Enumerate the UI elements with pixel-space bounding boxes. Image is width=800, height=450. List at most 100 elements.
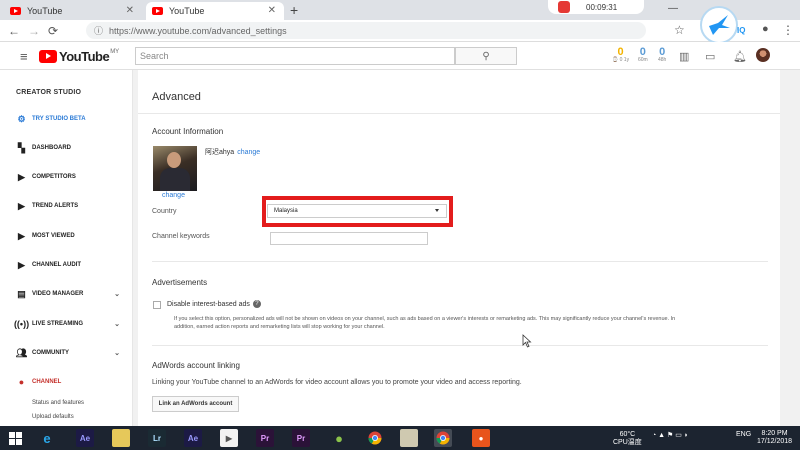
- search-button[interactable]: ⚲: [455, 47, 517, 65]
- after-effects-icon[interactable]: Ae: [184, 429, 202, 447]
- analytics-bar-icon[interactable]: ▥: [679, 50, 689, 63]
- live-icon: ((•)): [13, 319, 30, 329]
- premiere-pro-icon[interactable]: Pr: [292, 429, 310, 447]
- sidebar-subitem-status[interactable]: Status and features: [32, 400, 84, 406]
- sidebar-item-trend-alerts[interactable]: ▶ TREND ALERTS: [16, 199, 128, 213]
- search-icon: ⚲: [482, 50, 490, 62]
- record-stop-icon[interactable]: [558, 1, 570, 13]
- change-image-link[interactable]: change: [162, 192, 185, 199]
- stat-value: 0: [659, 46, 666, 58]
- after-effects-icon[interactable]: Ae: [76, 429, 94, 447]
- close-tab-icon[interactable]: ✕: [126, 5, 134, 16]
- section-heading-advertisements: Advertisements: [152, 278, 208, 287]
- media-player-icon[interactable]: ▶: [220, 429, 238, 447]
- browser-menu-icon[interactable]: ⋮: [782, 23, 794, 37]
- sidebar-item-channel-audit[interactable]: ▶ CHANNEL AUDIT: [16, 258, 128, 272]
- sidebar-item-label: DASHBOARD: [32, 145, 71, 151]
- disable-interest-ads-checkbox[interactable]: [153, 301, 161, 309]
- minimize-icon[interactable]: —: [668, 3, 678, 14]
- mouse-cursor-icon: [522, 334, 532, 348]
- sidebar-item-channel[interactable]: ● CHANNEL: [16, 375, 128, 389]
- vidiq-icon: ▶: [18, 200, 25, 211]
- browser-tab-bar: YouTube ✕ YouTube ✕ + 00:09:31 —: [0, 0, 800, 20]
- clock-time: 8:20 PM: [761, 430, 788, 437]
- recorder-time: 00:09:31: [586, 2, 618, 12]
- hamburger-menu-icon[interactable]: ≡: [20, 49, 28, 64]
- stat-60m[interactable]: 0 60m: [638, 47, 648, 64]
- chevron-down-icon: ⌄: [114, 321, 120, 328]
- stat-48h[interactable]: 0 48h: [658, 46, 666, 64]
- bookmark-star-icon[interactable]: ☆: [674, 23, 685, 37]
- vidiq-icon: ▶: [18, 230, 25, 241]
- sidebar-item-community[interactable]: 👥︎ COMMUNITY ⌄: [16, 346, 128, 360]
- screen-recorder: 00:09:31: [548, 0, 644, 14]
- bird-extension-icon[interactable]: [700, 6, 738, 44]
- windows-taskbar: e Ae Lr Ae ▶ Pr Pr ● ● 60°C CPU温度 ◔ ▲ ⚑ …: [0, 426, 800, 450]
- dashboard-icon: ▚: [18, 142, 25, 153]
- sidebar-subitem-upload-defaults[interactable]: Upload defaults: [32, 414, 74, 420]
- sidebar-item-label: COMMUNITY: [32, 350, 69, 356]
- cpu-temp-value: 60°C: [619, 431, 636, 438]
- help-icon[interactable]: ?: [252, 300, 261, 308]
- channel-keywords-input[interactable]: [270, 232, 428, 245]
- internet-explorer-icon[interactable]: e: [38, 429, 56, 447]
- creator-studio-sidebar: CREATOR STUDIO ⚙ TRY STUDIO BETA ▚ DASHB…: [0, 70, 133, 426]
- youtube-logo[interactable]: YouTube MY: [39, 49, 119, 64]
- search-input[interactable]: Search: [135, 47, 455, 65]
- sidebar-item-label: MOST VIEWED: [32, 233, 75, 239]
- vidiq-icon: ▶: [18, 171, 25, 182]
- sidebar-item-label: TRY STUDIO BETA: [32, 116, 86, 122]
- site-info-icon[interactable]: ⓘ: [94, 24, 103, 37]
- language-indicator[interactable]: ENG: [736, 431, 751, 438]
- new-tab-button[interactable]: +: [290, 2, 298, 18]
- tray-icons[interactable]: ◔ ▲ ⚑ ▭ ◗: [652, 431, 688, 439]
- browser-tab-active[interactable]: YouTube ✕: [146, 2, 284, 20]
- vidiq-label: IQ: [737, 26, 746, 35]
- stat-label: ⌚ 0 1y: [612, 57, 630, 63]
- sidebar-item-label: COMPETITORS: [32, 174, 76, 180]
- sidebar-item-video-manager[interactable]: ▤ VIDEO MANAGER ⌄: [16, 287, 128, 301]
- channel-image: [153, 146, 197, 191]
- system-clock[interactable]: 8:20 PM 17/12/2018: [757, 430, 792, 446]
- checkbox-label-row: Disable interest-based ads?: [167, 300, 261, 308]
- url-field[interactable]: ⓘ https://www.youtube.com/advanced_setti…: [86, 22, 646, 39]
- sidebar-item-dashboard[interactable]: ▚ DASHBOARD: [16, 141, 128, 155]
- profile-icon[interactable]: ●: [762, 23, 769, 35]
- browser-tab[interactable]: YouTube ✕: [4, 2, 142, 20]
- sidebar-title: CREATOR STUDIO: [16, 89, 82, 96]
- lightroom-icon[interactable]: Lr: [148, 429, 166, 447]
- highlight-annotation: [262, 196, 453, 227]
- tab-title: YouTube: [27, 6, 63, 16]
- sidebar-item-try-studio-beta[interactable]: ⚙ TRY STUDIO BETA: [16, 112, 128, 126]
- address-bar-row: ← → ⟳ ⓘ https://www.youtube.com/advanced…: [0, 20, 800, 42]
- country-label: Country: [152, 208, 177, 215]
- notifications-bell-icon[interactable]: 🔔︎: [733, 50, 747, 63]
- windows-start-icon[interactable]: [9, 432, 22, 445]
- stat-realtime[interactable]: 0 ⌚ 0 1y: [612, 47, 630, 64]
- page-title: Advanced: [152, 91, 201, 103]
- recorder-app-icon[interactable]: ●: [472, 429, 490, 447]
- premiere-pro-icon[interactable]: Pr: [256, 429, 274, 447]
- bird-icon: [709, 15, 730, 35]
- divider: [152, 345, 768, 346]
- vidiq-icon: ▶: [18, 259, 25, 270]
- sidebar-item-most-viewed[interactable]: ▶ MOST VIEWED: [16, 229, 128, 243]
- file-explorer-icon[interactable]: [112, 429, 130, 447]
- close-tab-icon[interactable]: ✕: [268, 5, 276, 16]
- change-name-link[interactable]: change: [237, 149, 260, 156]
- upload-video-icon[interactable]: ▭: [705, 50, 715, 63]
- forward-icon[interactable]: →: [28, 24, 40, 38]
- reload-icon[interactable]: ⟳: [48, 24, 58, 38]
- adwords-description: Linking your YouTube channel to an AdWor…: [152, 379, 522, 386]
- chrome-active-icon[interactable]: [434, 429, 452, 447]
- sidebar-item-competitors[interactable]: ▶ COMPETITORS: [16, 170, 128, 184]
- sidebar-item-label: VIDEO MANAGER: [32, 291, 84, 297]
- back-icon[interactable]: ←: [8, 24, 20, 38]
- map-app-icon[interactable]: [400, 429, 418, 447]
- chrome-icon[interactable]: [366, 429, 384, 447]
- ads-description: If you select this option, personalized …: [174, 316, 676, 330]
- app-icon-green[interactable]: ●: [330, 429, 348, 447]
- sidebar-item-live-streaming[interactable]: ((•)) LIVE STREAMING ⌄: [13, 317, 128, 331]
- avatar[interactable]: [756, 48, 770, 62]
- link-adwords-button[interactable]: Link an AdWords account: [152, 396, 239, 412]
